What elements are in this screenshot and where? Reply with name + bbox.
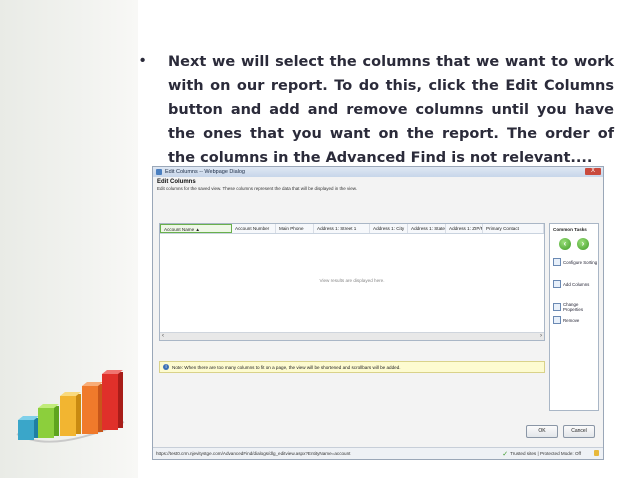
remove-icon — [553, 316, 561, 324]
dialog-buttons: OK Cancel — [526, 425, 595, 438]
info-icon: i — [163, 364, 169, 370]
change-properties-link[interactable]: Change Properties — [553, 302, 598, 312]
properties-icon — [553, 303, 561, 311]
column-account-name[interactable]: Account Name ▲ — [160, 224, 232, 233]
empty-results-message: View results are displayed here. — [319, 278, 385, 283]
dialog-title: Edit Columns -- Webpage Dialog — [165, 169, 245, 175]
slide-body-text: Next we will select the columns that we … — [168, 54, 614, 166]
edit-columns-dialog: Edit Columns -- Webpage Dialog X Edit Co… — [152, 166, 604, 460]
column-state[interactable]: Address 1: State... — [408, 224, 446, 233]
common-tasks-title: Common Tasks — [553, 227, 587, 232]
bar-chart-graphic — [16, 370, 125, 443]
dialog-titlebar: Edit Columns -- Webpage Dialog X — [153, 167, 603, 177]
column-account-number[interactable]: Account Number — [232, 224, 276, 233]
change-properties-label: Change Properties — [563, 302, 584, 312]
columns-grid: Account Name ▲ Account Number Main Phone… — [159, 223, 545, 341]
bullet-marker: • — [140, 52, 146, 69]
add-columns-link[interactable]: Add Columns — [553, 280, 598, 288]
add-columns-icon — [553, 280, 561, 288]
note-bar: i Note: When there are too many columns … — [159, 361, 545, 373]
add-columns-label: Add Columns — [563, 281, 590, 287]
column-header-row: Account Name ▲ Account Number Main Phone… — [160, 224, 544, 234]
security-zone: ✓ Trusted sites | Protected Mode: Off — [502, 450, 581, 458]
ie-icon — [156, 169, 162, 175]
horizontal-scrollbar[interactable]: ‹ › — [160, 332, 544, 340]
scroll-left-icon[interactable]: ‹ — [162, 333, 164, 340]
column-primary-contact[interactable]: Primary Contact — [483, 224, 544, 233]
cancel-button[interactable]: Cancel — [563, 425, 595, 438]
status-bar: https://test0.crm.njevitystge.com/Advanc… — [153, 447, 603, 459]
common-tasks-panel: Common Tasks ‹ › Configure Sorting Add C… — [549, 223, 599, 411]
move-right-icon[interactable]: › — [577, 238, 589, 250]
move-left-icon[interactable]: ‹ — [559, 238, 571, 250]
column-zip[interactable]: Address 1: ZIP/P... — [446, 224, 483, 233]
dialog-description: Edit columns for the saved view. These c… — [157, 186, 358, 191]
check-icon: ✓ — [502, 450, 509, 458]
status-url: https://test0.crm.njevitystge.com/Advanc… — [156, 451, 351, 456]
dialog-header: Edit Columns Edit columns for the saved … — [157, 179, 599, 191]
close-button[interactable]: X — [585, 168, 601, 175]
column-main-phone[interactable]: Main Phone — [276, 224, 314, 233]
configure-sorting-label: Configure Sorting — [563, 259, 598, 265]
security-zone-text: Trusted sites | Protected Mode: Off — [510, 451, 581, 456]
note-text: Note: When there are too many columns to… — [172, 364, 401, 370]
lock-icon — [594, 450, 599, 456]
scroll-right-icon[interactable]: › — [540, 333, 542, 340]
column-city[interactable]: Address 1: City — [370, 224, 408, 233]
sorting-icon — [553, 258, 561, 266]
remove-label: Remove — [563, 317, 580, 323]
dialog-heading: Edit Columns — [157, 179, 196, 185]
ok-button[interactable]: OK — [526, 425, 558, 438]
configure-sorting-link[interactable]: Configure Sorting — [553, 258, 598, 266]
column-street[interactable]: Address 1: Street 1 — [314, 224, 370, 233]
remove-link[interactable]: Remove — [553, 316, 598, 324]
